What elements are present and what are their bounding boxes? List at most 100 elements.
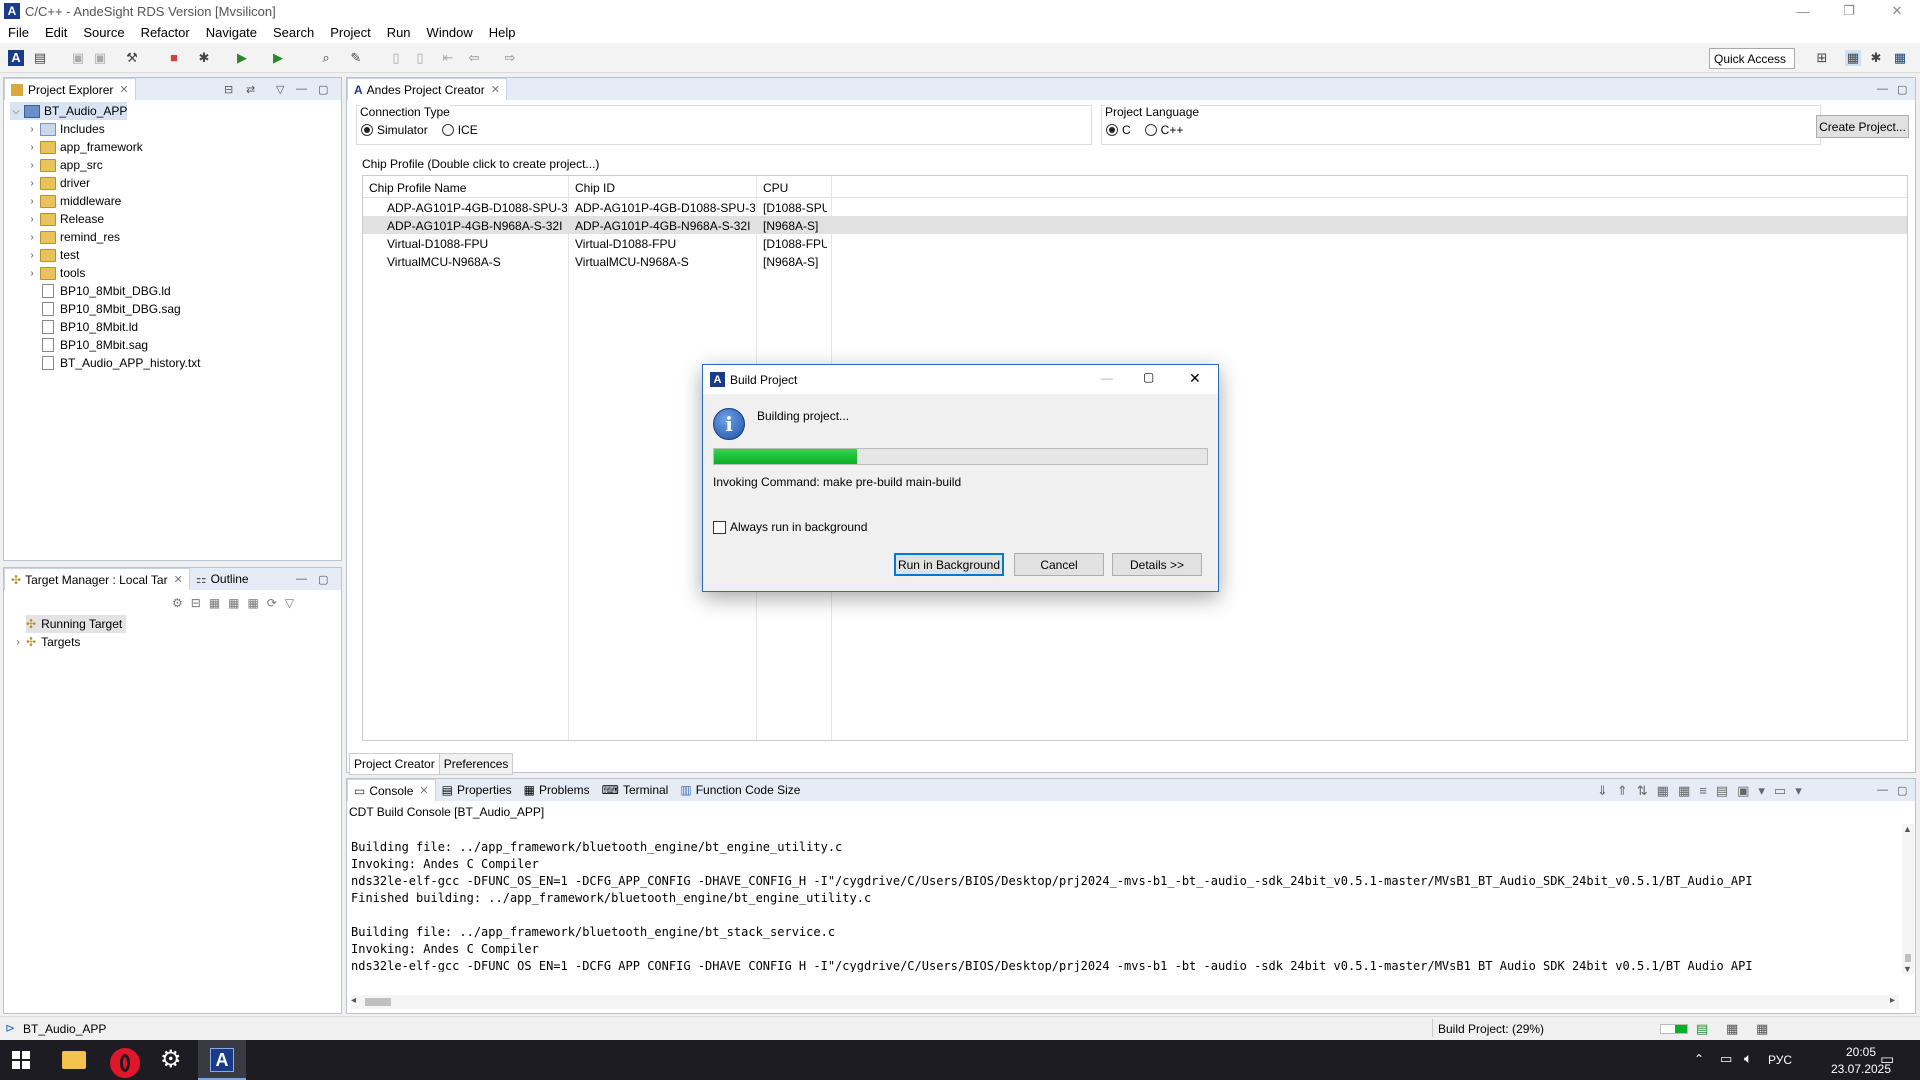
tab-console[interactable]: ▭ Console ✕ bbox=[347, 779, 436, 801]
notifications-icon[interactable]: ▭ bbox=[1880, 1050, 1894, 1068]
last-edit-icon[interactable]: ⇤ bbox=[440, 50, 456, 66]
tree-item[interactable]: BP10_8Mbit_DBG.sag bbox=[26, 300, 181, 318]
tree-item[interactable]: › remind_res bbox=[26, 228, 120, 246]
tree-item[interactable]: › driver bbox=[26, 174, 90, 192]
run-icon[interactable]: ▶ bbox=[234, 50, 250, 66]
status-progress-view-icon[interactable]: ▤ bbox=[1696, 1021, 1708, 1037]
scroll-thumb[interactable] bbox=[1905, 954, 1911, 962]
expand-arrow-icon[interactable]: › bbox=[26, 178, 38, 189]
expand-arrow-icon[interactable]: › bbox=[26, 214, 38, 225]
details-button[interactable]: Details >> bbox=[1112, 553, 1202, 576]
debug-perspective-icon[interactable]: ✱ bbox=[1868, 50, 1884, 66]
expand-arrow-icon[interactable]: › bbox=[26, 142, 38, 153]
tree-item[interactable]: BP10_8Mbit_DBG.ld bbox=[26, 282, 171, 300]
restore-button[interactable]: ❐ bbox=[1826, 0, 1872, 22]
tree-item[interactable]: › Release bbox=[26, 210, 104, 228]
always-background-checkbox[interactable] bbox=[713, 520, 726, 534]
status-heap-icon[interactable]: ▦ bbox=[1726, 1021, 1738, 1037]
expand-arrow-icon[interactable]: › bbox=[26, 232, 38, 243]
scroll-up-icon[interactable]: ▲ bbox=[1903, 824, 1912, 834]
expand-arrow-icon[interactable]: › bbox=[12, 637, 24, 648]
menu-edit[interactable]: Edit bbox=[45, 25, 67, 40]
console-toolbar-icons[interactable]: ⇓⇑⇅▦▦≡▤▣▾▭▾ bbox=[1597, 783, 1811, 799]
expand-arrow-icon[interactable]: ⌵ bbox=[10, 106, 22, 117]
andes-perspective-icon[interactable]: ▦ bbox=[1892, 50, 1908, 66]
cpp-radio[interactable] bbox=[1144, 124, 1157, 136]
tab-outline[interactable]: ⚏ Outline bbox=[190, 572, 255, 586]
save-icon[interactable]: ▣ bbox=[70, 50, 86, 66]
vertical-scrollbar[interactable]: ▲ ▼ bbox=[1902, 824, 1914, 974]
tab-project-explorer[interactable]: Project Explorer ✕ bbox=[4, 78, 136, 100]
table-row[interactable]: VirtualMCU-N968A-S VirtualMCU-N968A-S [N96… bbox=[363, 252, 1907, 270]
column-header-chip-id[interactable]: Chip ID bbox=[575, 181, 615, 195]
forward-icon[interactable]: ⇨ bbox=[502, 50, 518, 66]
scroll-right-icon[interactable]: ▸ bbox=[1890, 995, 1895, 1006]
column-header-chip-profile[interactable]: Chip Profile Name bbox=[369, 181, 466, 195]
tab-problems[interactable]: ▦ Problems bbox=[518, 783, 596, 797]
console-output[interactable]: Building file: ../app_framework/bluetoot… bbox=[351, 824, 1899, 972]
new-icon[interactable]: ▤ bbox=[32, 50, 48, 66]
close-tab-icon[interactable]: ✕ bbox=[419, 784, 428, 797]
minimize-view-icon[interactable]: — bbox=[296, 83, 307, 95]
c-radio[interactable] bbox=[1106, 124, 1118, 136]
table-row[interactable]: ADP-AG101P-4GB-N968A-S-32I ADP-AG101P-4GB… bbox=[363, 216, 1907, 234]
expand-arrow-icon[interactable]: › bbox=[26, 160, 38, 171]
create-project-button[interactable]: Create Project... bbox=[1816, 115, 1909, 138]
dialog-close-button[interactable]: ✕ bbox=[1189, 370, 1201, 387]
table-row[interactable]: Virtual-D1088-FPU Virtual-D1088-FPU [D1088… bbox=[363, 234, 1907, 252]
tab-preferences-page[interactable]: Preferences bbox=[439, 753, 514, 775]
tree-root[interactable]: ⌵ BT_Audio_APP bbox=[10, 102, 128, 120]
tree-item[interactable]: › app_src bbox=[26, 156, 102, 174]
toggle-icon[interactable]: ▯ bbox=[388, 50, 404, 66]
tree-item-running-target[interactable]: ✣ Running Target bbox=[26, 615, 127, 633]
tree-item[interactable]: › Includes bbox=[26, 120, 104, 138]
tree-item[interactable]: › tools bbox=[26, 264, 85, 282]
close-tab-icon[interactable]: ✕ bbox=[491, 83, 500, 96]
always-background-row[interactable]: Always run in background bbox=[713, 520, 867, 534]
menu-navigate[interactable]: Navigate bbox=[206, 25, 257, 40]
close-tab-icon[interactable]: ✕ bbox=[174, 573, 183, 586]
tab-target-manager[interactable]: ✣ Target Manager : Local Tar ✕ bbox=[4, 568, 190, 590]
dialog-maximize-button[interactable]: ▢ bbox=[1143, 370, 1154, 384]
menu-source[interactable]: Source bbox=[83, 25, 124, 40]
tab-project-creator[interactable]: A Andes Project Creator ✕ bbox=[347, 78, 507, 100]
ice-radio[interactable] bbox=[441, 124, 454, 136]
stop-icon[interactable]: ■ bbox=[166, 50, 182, 66]
open-perspective-icon[interactable]: ⊞ bbox=[1814, 50, 1830, 66]
cancel-button[interactable]: Cancel bbox=[1014, 553, 1104, 576]
andes-icon[interactable]: A bbox=[8, 50, 24, 66]
run-in-background-button[interactable]: Run in Background bbox=[894, 553, 1004, 576]
minimize-view-icon[interactable]: — bbox=[1877, 784, 1888, 796]
simulator-radio[interactable] bbox=[361, 124, 373, 136]
target-toolbar-icons[interactable]: ⚙⊟▦▦▦⟳▽ bbox=[172, 596, 302, 610]
close-window-button[interactable]: ✕ bbox=[1874, 0, 1920, 22]
tree-item[interactable]: BP10_8Mbit.sag bbox=[26, 336, 148, 354]
search-tool-icon[interactable]: ⌕ bbox=[318, 50, 334, 66]
menu-refactor[interactable]: Refactor bbox=[141, 25, 190, 40]
tree-item[interactable]: › app_framework bbox=[26, 138, 142, 156]
tab-function-code-size[interactable]: ▥ Function Code Size bbox=[674, 783, 806, 797]
dialog-minimize-button[interactable]: — bbox=[1101, 371, 1113, 385]
input-language[interactable]: РУС bbox=[1768, 1053, 1792, 1067]
link-editor-icon[interactable]: ⇄ bbox=[246, 83, 255, 96]
andesight-taskbar-button[interactable]: A bbox=[198, 1040, 246, 1080]
tree-item[interactable]: BT_Audio_APP_history.txt bbox=[26, 354, 201, 372]
tab-terminal[interactable]: ⌨ Terminal bbox=[596, 783, 675, 797]
table-row[interactable]: ADP-AG101P-4GB-D1088-SPU-32I ADP-AG101P-4… bbox=[363, 198, 1907, 216]
settings-gear-icon[interactable]: ⚙ bbox=[160, 1046, 182, 1074]
tab-properties[interactable]: ▤ Properties bbox=[436, 783, 518, 797]
cpp-perspective-icon[interactable]: ▦ bbox=[1845, 50, 1861, 66]
run-config-icon[interactable]: ▶ bbox=[270, 50, 286, 66]
status-build-progress[interactable]: Build Project: (29%) bbox=[1438, 1022, 1544, 1036]
start-windows-icon[interactable] bbox=[12, 1051, 30, 1069]
tree-item-targets[interactable]: › ✣ Targets bbox=[12, 633, 80, 651]
debug-icon[interactable]: ✱ bbox=[196, 50, 212, 66]
scroll-down-icon[interactable]: ▼ bbox=[1903, 964, 1912, 974]
close-tab-icon[interactable]: ✕ bbox=[119, 83, 128, 96]
expand-arrow-icon[interactable]: › bbox=[26, 250, 38, 261]
menu-help[interactable]: Help bbox=[489, 25, 516, 40]
column-header-cpu[interactable]: CPU bbox=[763, 181, 788, 195]
show-hidden-icons-icon[interactable]: ⌃ bbox=[1694, 1052, 1704, 1066]
scroll-left-icon[interactable]: ◂ bbox=[351, 995, 356, 1006]
maximize-view-icon[interactable]: ▢ bbox=[318, 83, 328, 96]
